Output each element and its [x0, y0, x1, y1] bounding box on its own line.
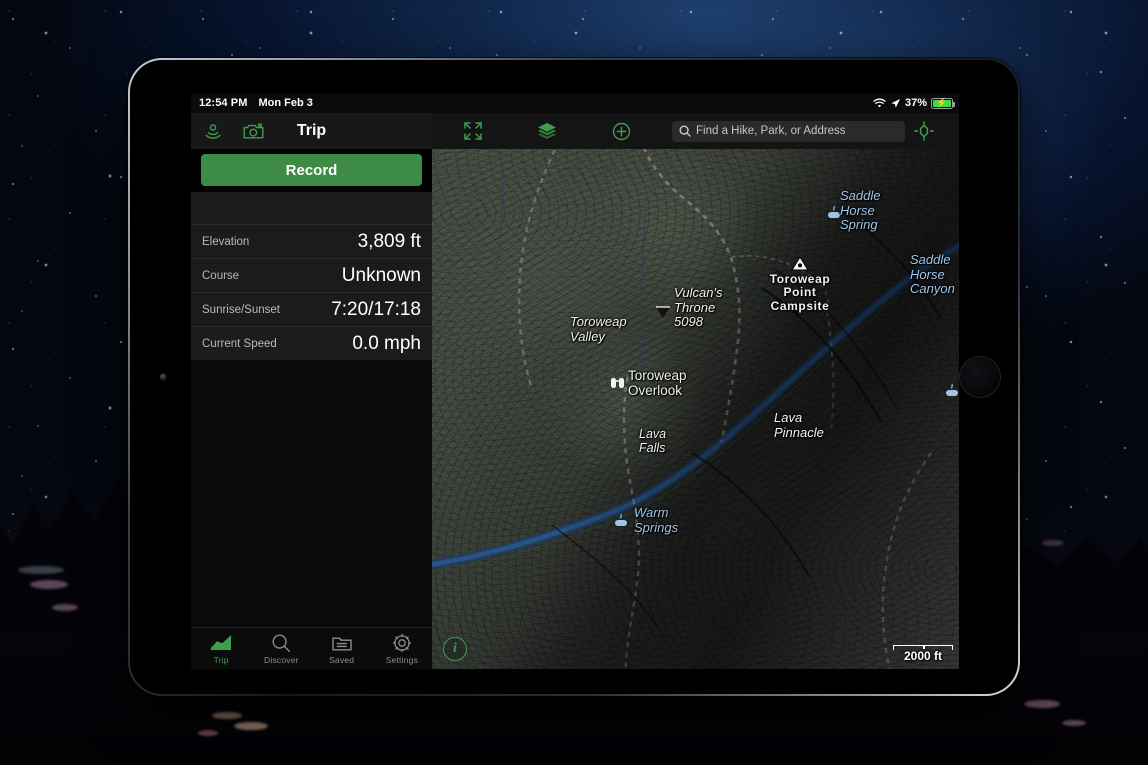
- tab-saved[interactable]: Saved: [312, 633, 372, 665]
- home-button[interactable]: [959, 356, 1001, 398]
- tablet-device: 12:54 PM Mon Feb 3 37% ⚡ Trip Record Ele…: [128, 58, 1020, 696]
- plus-circle-icon[interactable]: [608, 118, 634, 144]
- folder-icon: [331, 633, 352, 653]
- stat-value: 0.0 mph: [352, 332, 421, 354]
- tablet-bezel: 12:54 PM Mon Feb 3 37% ⚡ Trip Record Ele…: [130, 60, 1018, 694]
- status-date: Mon Feb 3: [258, 97, 313, 109]
- map-hillshade-overlay: [432, 113, 959, 669]
- sidebar-header: Trip: [191, 113, 432, 149]
- status-time: 12:54 PM: [199, 97, 248, 109]
- lit-rock-5: [234, 722, 268, 730]
- camera-icon[interactable]: [241, 119, 265, 143]
- fullscreen-expand-icon[interactable]: [460, 118, 486, 144]
- record-button[interactable]: Record: [201, 154, 422, 186]
- status-bar: 12:54 PM Mon Feb 3 37% ⚡: [191, 93, 959, 113]
- stat-row-elevation: Elevation 3,809 ft: [191, 224, 432, 258]
- stat-value: 7:20/17:18: [331, 298, 421, 320]
- stat-label: Elevation: [202, 235, 250, 248]
- front-camera: [160, 373, 167, 381]
- status-right-cluster: 37% ⚡: [873, 97, 955, 109]
- lit-rock-8: [1062, 720, 1086, 726]
- map-toolbar: Find a Hike, Park, or Address: [432, 113, 959, 149]
- stat-label: Sunrise/Sunset: [202, 303, 280, 316]
- stat-label: Course: [202, 269, 240, 282]
- tab-label: Settings: [385, 654, 419, 665]
- map-scale-bar: 2000 ft: [893, 645, 953, 663]
- stat-value: 3,809 ft: [357, 230, 421, 252]
- search-input[interactable]: Find a Hike, Park, or Address: [672, 120, 905, 142]
- magnifier-icon: [271, 633, 291, 653]
- record-button-container: Record: [191, 149, 432, 192]
- lit-rock-3: [18, 566, 64, 574]
- lit-rock-9: [1042, 540, 1064, 546]
- tablet-screen: 12:54 PM Mon Feb 3 37% ⚡ Trip Record Ele…: [191, 93, 959, 669]
- tab-settings[interactable]: Settings: [372, 633, 432, 665]
- tab-label: Trip: [213, 654, 229, 665]
- stat-row-current-speed: Current Speed 0.0 mph: [191, 326, 432, 360]
- stats-spacer: [191, 192, 432, 224]
- tab-trip[interactable]: Trip: [191, 633, 251, 665]
- tab-discover[interactable]: Discover: [251, 633, 311, 665]
- location-arrow-icon: [890, 98, 901, 109]
- gear-icon: [392, 633, 412, 653]
- topographic-map[interactable]: Saddle Horse Spring Saddle Horse Canyon …: [432, 113, 959, 669]
- battery-percent: 37%: [904, 97, 927, 109]
- trip-sidebar: Trip Record Elevation 3,809 ft Course Un…: [191, 113, 432, 669]
- map-layers-icon[interactable]: [534, 118, 560, 144]
- app-body: Trip Record Elevation 3,809 ft Course Un…: [191, 113, 959, 669]
- search-placeholder: Find a Hike, Park, or Address: [696, 125, 846, 137]
- bottom-tab-bar: Trip Discover Saved Settings: [191, 627, 432, 669]
- locate-crosshair-icon[interactable]: [911, 118, 937, 144]
- search-icon: [679, 125, 691, 137]
- trip-stats-list: Elevation 3,809 ft Course Unknown Sunris…: [191, 192, 432, 360]
- page-title: Trip: [296, 122, 327, 139]
- trend-chart-icon: [210, 633, 232, 653]
- stat-label: Current Speed: [202, 337, 277, 350]
- screenshot-scene: 12:54 PM Mon Feb 3 37% ⚡ Trip Record Ele…: [0, 0, 1148, 765]
- lit-rock-6: [198, 730, 218, 736]
- scale-bar-line: [893, 645, 953, 650]
- lit-rock-4: [212, 712, 242, 719]
- tab-label: Saved: [329, 654, 355, 665]
- map-info-button[interactable]: i: [443, 637, 467, 661]
- stat-row-course: Course Unknown: [191, 258, 432, 292]
- lit-rock-7: [1024, 700, 1060, 708]
- sidebar-empty-area: [191, 360, 432, 627]
- scale-bar-label: 2000 ft: [903, 649, 943, 663]
- lit-rock-2: [52, 604, 78, 611]
- waypoint-broadcast-icon[interactable]: [201, 119, 225, 143]
- wifi-icon: [873, 98, 886, 109]
- stat-row-sunrise-sunset: Sunrise/Sunset 7:20/17:18: [191, 292, 432, 326]
- stat-value: Unknown: [341, 264, 421, 286]
- tab-label: Discover: [264, 654, 299, 665]
- lit-rock-1: [30, 580, 68, 589]
- battery-charging-icon: ⚡: [931, 97, 955, 109]
